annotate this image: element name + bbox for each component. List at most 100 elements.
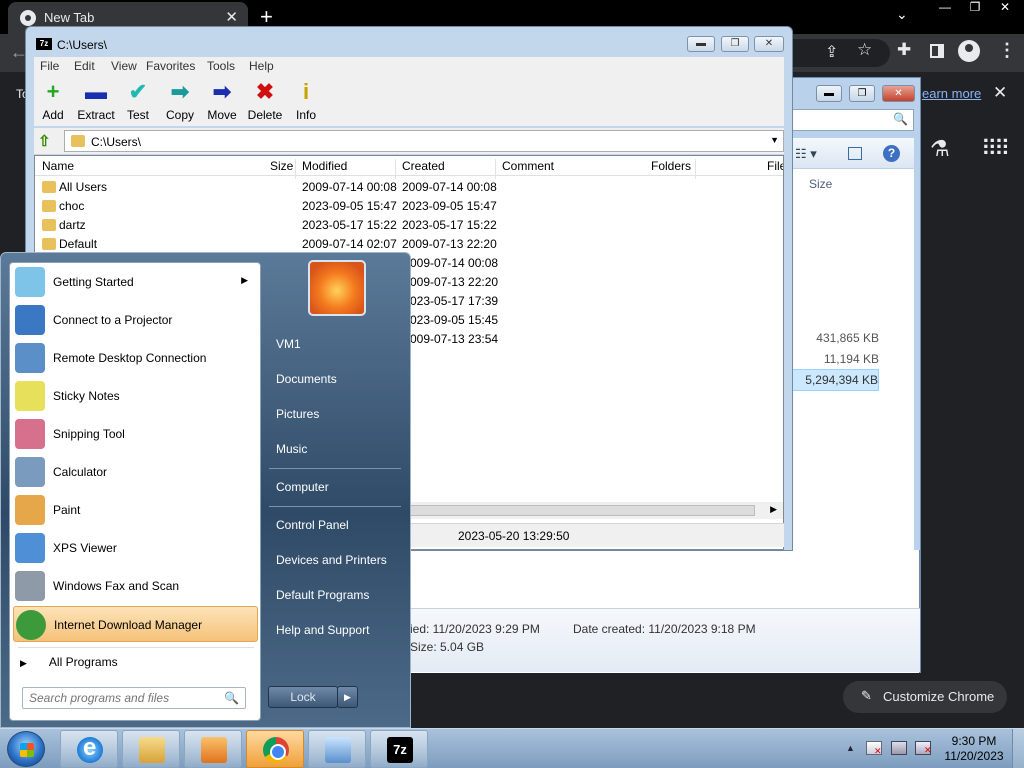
labs-flask-icon[interactable]: ⚗: [930, 136, 950, 162]
scrollbar-thumb[interactable]: [410, 505, 755, 516]
start-item-fax-scan[interactable]: Windows Fax and Scan: [13, 568, 258, 604]
column-header-modified[interactable]: Modified: [302, 159, 347, 179]
menu-help[interactable]: Help: [249, 59, 274, 73]
column-header-folders[interactable]: Folders: [651, 159, 691, 179]
power-options-arrow-icon[interactable]: ▶: [337, 686, 358, 708]
profile-avatar-icon[interactable]: [958, 40, 980, 62]
close-button[interactable]: ✕: [990, 0, 1020, 14]
taskbar-windows-explorer[interactable]: [122, 730, 180, 768]
start-item-internet-download-manager[interactable]: Internet Download Manager: [13, 606, 258, 642]
system-clock[interactable]: 9:30 PM 11/20/2023: [942, 734, 1006, 764]
taskbar-google-chrome[interactable]: [246, 730, 304, 768]
start-right-documents[interactable]: Documents: [276, 372, 337, 386]
start-search-box[interactable]: 🔍: [22, 687, 246, 709]
menu-favorites[interactable]: Favorites: [146, 59, 195, 73]
title-bar[interactable]: 7z C:\Users\ ▬ ❐ ✕: [26, 27, 792, 57]
menu-tools[interactable]: Tools: [207, 59, 235, 73]
help-icon[interactable]: ?: [883, 145, 900, 162]
extensions-puzzle-icon[interactable]: ✚: [897, 40, 911, 60]
customize-chrome-button[interactable]: ✎ Customize Chrome: [843, 681, 1007, 713]
user-picture-avatar[interactable]: [308, 260, 366, 316]
menu-view[interactable]: View: [111, 59, 137, 73]
address-field[interactable]: C:\Users\ ▼: [64, 130, 784, 152]
maximize-button[interactable]: ❐: [721, 36, 749, 52]
taskbar-7zip[interactable]: 7z: [370, 730, 428, 768]
tab-search-chevron-icon[interactable]: ⌄: [896, 6, 908, 23]
restore-button[interactable]: ❐: [960, 0, 990, 14]
explorer-minimize-button[interactable]: ▬: [816, 85, 842, 102]
extract-button[interactable]: ▬ Extract: [73, 80, 119, 123]
menu-edit[interactable]: Edit: [74, 59, 95, 73]
start-item-remote-desktop[interactable]: Remote Desktop Connection: [13, 340, 258, 376]
column-header-comment[interactable]: Comment: [502, 159, 554, 179]
chrome-menu-icon[interactable]: ⋮: [998, 40, 1016, 61]
start-right-computer[interactable]: Computer: [276, 480, 329, 494]
start-right-help-support[interactable]: Help and Support: [276, 623, 369, 637]
explorer-close-button[interactable]: ✕: [882, 85, 915, 102]
delete-button[interactable]: ✖ Delete: [242, 80, 288, 123]
column-divider[interactable]: [295, 159, 296, 179]
all-programs-button[interactable]: ▶ All Programs: [20, 655, 118, 669]
minimize-button[interactable]: ▬: [687, 36, 715, 52]
move-button[interactable]: ➡ Move: [199, 80, 245, 123]
column-header-size[interactable]: Size: [270, 159, 293, 179]
table-row[interactable]: All Users 2009-07-14 00:08 2009-07-14 00…: [35, 177, 783, 196]
show-desktop-button[interactable]: [1012, 729, 1024, 768]
start-right-default-programs[interactable]: Default Programs: [276, 588, 369, 602]
banner-close-icon[interactable]: ✕: [993, 83, 1007, 103]
close-button[interactable]: ✕: [754, 36, 784, 52]
test-button[interactable]: ✔ Test: [115, 80, 161, 123]
bookmark-star-icon[interactable]: ☆: [857, 40, 872, 60]
tab-close-icon[interactable]: ✕: [225, 8, 238, 26]
start-right-pictures[interactable]: Pictures: [276, 407, 319, 421]
change-view-icon[interactable]: ☷ ▾: [795, 146, 817, 162]
google-apps-grid-icon[interactable]: ⠿⠿: [981, 136, 1010, 162]
start-item-paint[interactable]: Paint: [13, 492, 258, 528]
horizontal-scrollbar[interactable]: ▶: [410, 502, 783, 519]
start-item-sticky-notes[interactable]: Sticky Notes: [13, 378, 258, 414]
taskbar-internet-explorer[interactable]: [60, 730, 118, 768]
column-header-created[interactable]: Created: [402, 159, 445, 179]
start-item-calculator[interactable]: Calculator: [13, 454, 258, 490]
column-header-name[interactable]: Name: [42, 159, 74, 179]
start-right-control-panel[interactable]: Control Panel: [276, 518, 349, 532]
start-right-user[interactable]: VM1: [276, 337, 301, 351]
column-divider[interactable]: [695, 159, 696, 179]
column-divider[interactable]: [395, 159, 396, 179]
column-header-files[interactable]: File: [767, 159, 783, 179]
learn-more-link[interactable]: earn more: [922, 86, 981, 101]
table-row[interactable]: Default 2009-07-14 02:07 2009-07-13 22:2…: [35, 234, 783, 253]
omnibox[interactable]: [790, 39, 890, 67]
explorer-search-input[interactable]: 🔍: [792, 109, 914, 131]
start-item-getting-started[interactable]: Getting Started ▶: [13, 264, 258, 300]
size-column-header[interactable]: Size: [809, 177, 832, 191]
start-item-connect-projector[interactable]: Connect to a Projector: [13, 302, 258, 338]
taskbar-media-player[interactable]: [184, 730, 242, 768]
table-row[interactable]: choc 2023-09-05 15:47 2023-09-05 15:47: [35, 196, 783, 215]
column-divider[interactable]: [495, 159, 496, 179]
minimize-button[interactable]: —: [930, 0, 960, 14]
info-button[interactable]: i Info: [283, 80, 329, 123]
search-input[interactable]: [29, 691, 219, 705]
preview-pane-icon[interactable]: [848, 147, 862, 160]
start-item-xps-viewer[interactable]: XPS Viewer: [13, 530, 258, 566]
share-icon[interactable]: ⇪: [825, 42, 838, 62]
side-panel-icon[interactable]: [930, 44, 944, 58]
7zip-app-icon[interactable]: 7z: [36, 38, 52, 50]
action-center-flag-icon[interactable]: [866, 741, 882, 757]
add-button[interactable]: + Add: [30, 80, 76, 123]
explorer-maximize-button[interactable]: ❐: [849, 85, 875, 102]
start-item-snipping-tool[interactable]: Snipping Tool: [13, 416, 258, 452]
start-right-music[interactable]: Music: [276, 442, 307, 456]
start-right-devices-printers[interactable]: Devices and Printers: [276, 553, 387, 567]
lock-button[interactable]: Lock: [268, 686, 338, 708]
up-folder-arrow-icon[interactable]: ⇧: [38, 132, 51, 150]
show-hidden-icons-arrow-icon[interactable]: ▲: [846, 743, 855, 753]
scroll-right-arrow-icon[interactable]: ▶: [770, 504, 777, 515]
taskbar-control-panel[interactable]: [308, 730, 366, 768]
copy-button[interactable]: ➡ Copy: [157, 80, 203, 123]
file-size-selected[interactable]: 5,294,394 KB: [792, 369, 879, 391]
volume-muted-icon[interactable]: [915, 741, 932, 756]
address-dropdown-icon[interactable]: ▼: [770, 135, 779, 145]
start-button[interactable]: [7, 731, 45, 767]
